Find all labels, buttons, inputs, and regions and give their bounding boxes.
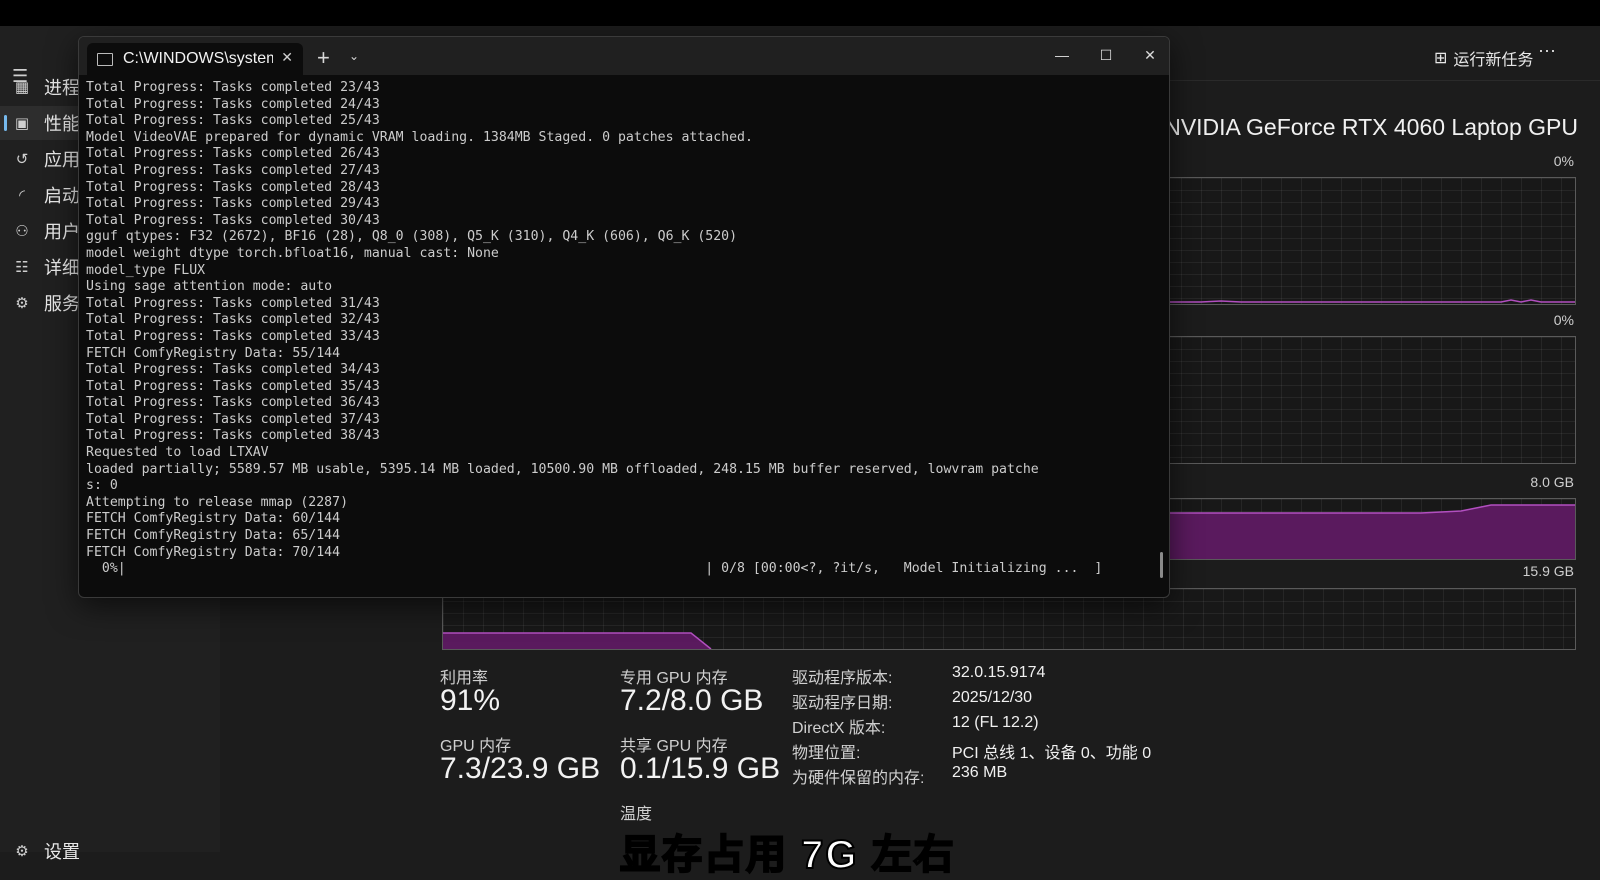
- terminal-line: Total Progress: Tasks completed 38/43: [86, 428, 380, 444]
- driver-date-label: 驱动程序日期:: [792, 695, 893, 712]
- startup-icon: ◜: [19, 187, 25, 204]
- terminal-output[interactable]: Total Progress: Tasks completed 23/43 Tot…: [86, 80, 1156, 590]
- chevron-down-icon[interactable]: ⌄: [349, 49, 359, 63]
- hardware-reserved-label: 为硬件保留的内存:: [792, 770, 925, 787]
- terminal-line: Total Progress: Tasks completed 35/43: [86, 378, 380, 394]
- directx-version-label: DirectX 版本:: [792, 720, 886, 737]
- terminal-line: model weight dtype torch.bfloat16, manua…: [86, 245, 499, 261]
- terminal-tab-title: C:\WINDOWS\system32\cmd.exe: [123, 50, 273, 67]
- terminal-line: model_type FLUX: [86, 262, 206, 278]
- more-options-button[interactable]: ···: [1536, 40, 1558, 64]
- top-bar: [0, 0, 1600, 26]
- terminal-line: Attempting to release mmap (2287): [86, 494, 349, 510]
- performance-icon: ▣: [14, 115, 30, 132]
- shared-memory-value: 0.1/15.9 GB: [620, 752, 781, 785]
- graph-1-max-label: 0%: [1553, 153, 1574, 169]
- app-history-icon: ↺: [15, 151, 29, 168]
- terminal-titlebar[interactable]: C:\WINDOWS\system32\cmd.exe ✕ + ⌄ — ☐ ✕: [79, 37, 1169, 75]
- dedicated-memory-max-label: 8.0 GB: [1530, 474, 1574, 490]
- terminal-line: Total Progress: Tasks completed 30/43: [86, 212, 380, 228]
- dedicated-memory-trace: [1161, 504, 1575, 559]
- gpu-engine-graph-1: [1160, 177, 1576, 305]
- sidebar-item-label: 设置: [44, 842, 80, 862]
- directx-version-value: 12 (FL 12.2): [952, 714, 1039, 731]
- sidebar-item-label: 详细: [44, 258, 80, 278]
- terminal-window[interactable]: C:\WINDOWS\system32\cmd.exe ✕ + ⌄ — ☐ ✕ …: [78, 36, 1170, 598]
- dedicated-memory-value: 7.2/8.0 GB: [620, 684, 764, 717]
- temperature-label: 温度: [620, 806, 653, 823]
- terminal-line: Total Progress: Tasks completed 23/43: [86, 80, 380, 95]
- gpu-name: NVIDIA GeForce RTX 4060 Laptop GPU: [1164, 114, 1578, 140]
- terminal-line: Total Progress: Tasks completed 27/43: [86, 162, 380, 178]
- terminal-line: s: 0: [86, 478, 118, 494]
- terminal-line: gguf qtypes: F32 (2672), BF16 (28), Q8_0…: [86, 229, 738, 245]
- sidebar-item-settings[interactable]: ⚙ 设置: [0, 834, 220, 868]
- maximize-button[interactable]: ☐: [1091, 43, 1121, 67]
- physical-location-value: PCI 总线 1、设备 0、功能 0: [952, 745, 1152, 762]
- graph-2-max-label: 0%: [1553, 312, 1574, 328]
- sidebar-item-label: 启动: [44, 186, 80, 206]
- terminal-tab[interactable]: C:\WINDOWS\system32\cmd.exe ✕: [87, 43, 303, 75]
- new-tab-button[interactable]: +: [317, 45, 330, 71]
- close-tab-icon[interactable]: ✕: [281, 49, 293, 66]
- utilization-value: 91%: [440, 684, 501, 717]
- details-icon: ☷: [15, 259, 29, 276]
- terminal-line: Total Progress: Tasks completed 36/43: [86, 395, 380, 411]
- terminal-line: Total Progress: Tasks completed 34/43: [86, 362, 380, 378]
- terminal-line: Total Progress: Tasks completed 32/43: [86, 312, 380, 328]
- shared-memory-max-label: 15.9 GB: [1522, 563, 1574, 579]
- close-window-button[interactable]: ✕: [1135, 43, 1165, 67]
- terminal-line: Total Progress: Tasks completed 29/43: [86, 196, 380, 212]
- processes-icon: ▦: [14, 79, 30, 96]
- terminal-line: Total Progress: Tasks completed 37/43: [86, 411, 380, 427]
- terminal-line: FETCH ComfyRegistry Data: 65/144: [86, 528, 341, 544]
- terminal-line: Total Progress: Tasks completed 33/43: [86, 328, 380, 344]
- terminal-icon: [97, 53, 113, 66]
- gpu-engine-graph-2: [1160, 336, 1576, 464]
- sidebar-item-label: 进程: [44, 78, 80, 98]
- terminal-scrollbar[interactable]: [1160, 552, 1163, 578]
- shared-memory-trace: [443, 632, 712, 649]
- hardware-reserved-value: 236 MB: [952, 764, 1008, 781]
- terminal-line: FETCH ComfyRegistry Data: 70/144: [86, 544, 341, 560]
- terminal-line: FETCH ComfyRegistry Data: 55/144: [86, 345, 341, 361]
- video-subtitle: 显存占用 7G 左右: [619, 832, 956, 878]
- users-icon: ⚇: [15, 223, 29, 240]
- services-icon: ⚙: [15, 295, 29, 312]
- terminal-line: loaded partially; 5589.57 MB usable, 539…: [86, 461, 1039, 477]
- sidebar-item-label: 性能: [44, 114, 80, 134]
- settings-icon: ⚙: [15, 843, 29, 860]
- terminal-line: Total Progress: Tasks completed 24/43: [86, 96, 380, 112]
- terminal-line: Using sage attention mode: auto: [86, 279, 333, 295]
- run-task-label: 运行新任务: [1453, 52, 1534, 69]
- driver-version-label: 驱动程序版本:: [792, 670, 893, 687]
- sidebar-item-label: 服务: [44, 294, 80, 314]
- terminal-line: FETCH ComfyRegistry Data: 60/144: [86, 511, 341, 527]
- terminal-line: Model VideoVAE prepared for dynamic VRAM…: [86, 129, 753, 145]
- terminal-line: Total Progress: Tasks completed 25/43: [86, 113, 380, 129]
- driver-version-value: 32.0.15.9174: [952, 664, 1046, 681]
- terminal-line: Total Progress: Tasks completed 31/43: [86, 295, 380, 311]
- terminal-line: Total Progress: Tasks completed 28/43: [86, 179, 380, 195]
- physical-location-label: 物理位置:: [792, 745, 861, 762]
- terminal-line: Total Progress: Tasks completed 26/43: [86, 146, 380, 162]
- gpu-memory-value: 7.3/23.9 GB: [440, 752, 601, 785]
- run-task-icon: ⊞: [1434, 50, 1448, 67]
- terminal-line: 0%| | 0/8 [00:00<?, ?it/s, Model Initial…: [86, 561, 1103, 577]
- driver-date-value: 2025/12/30: [952, 689, 1033, 706]
- run-new-task-button[interactable]: ⊞ 运行新任务: [1434, 46, 1533, 70]
- terminal-line: Requested to load LTXAV: [86, 445, 269, 461]
- graph-1-trace: [1161, 299, 1575, 303]
- sidebar-item-label: 应用: [44, 150, 80, 170]
- minimize-button[interactable]: —: [1047, 43, 1077, 67]
- sidebar-item-label: 用户: [44, 222, 80, 242]
- dedicated-memory-graph: [1160, 498, 1576, 560]
